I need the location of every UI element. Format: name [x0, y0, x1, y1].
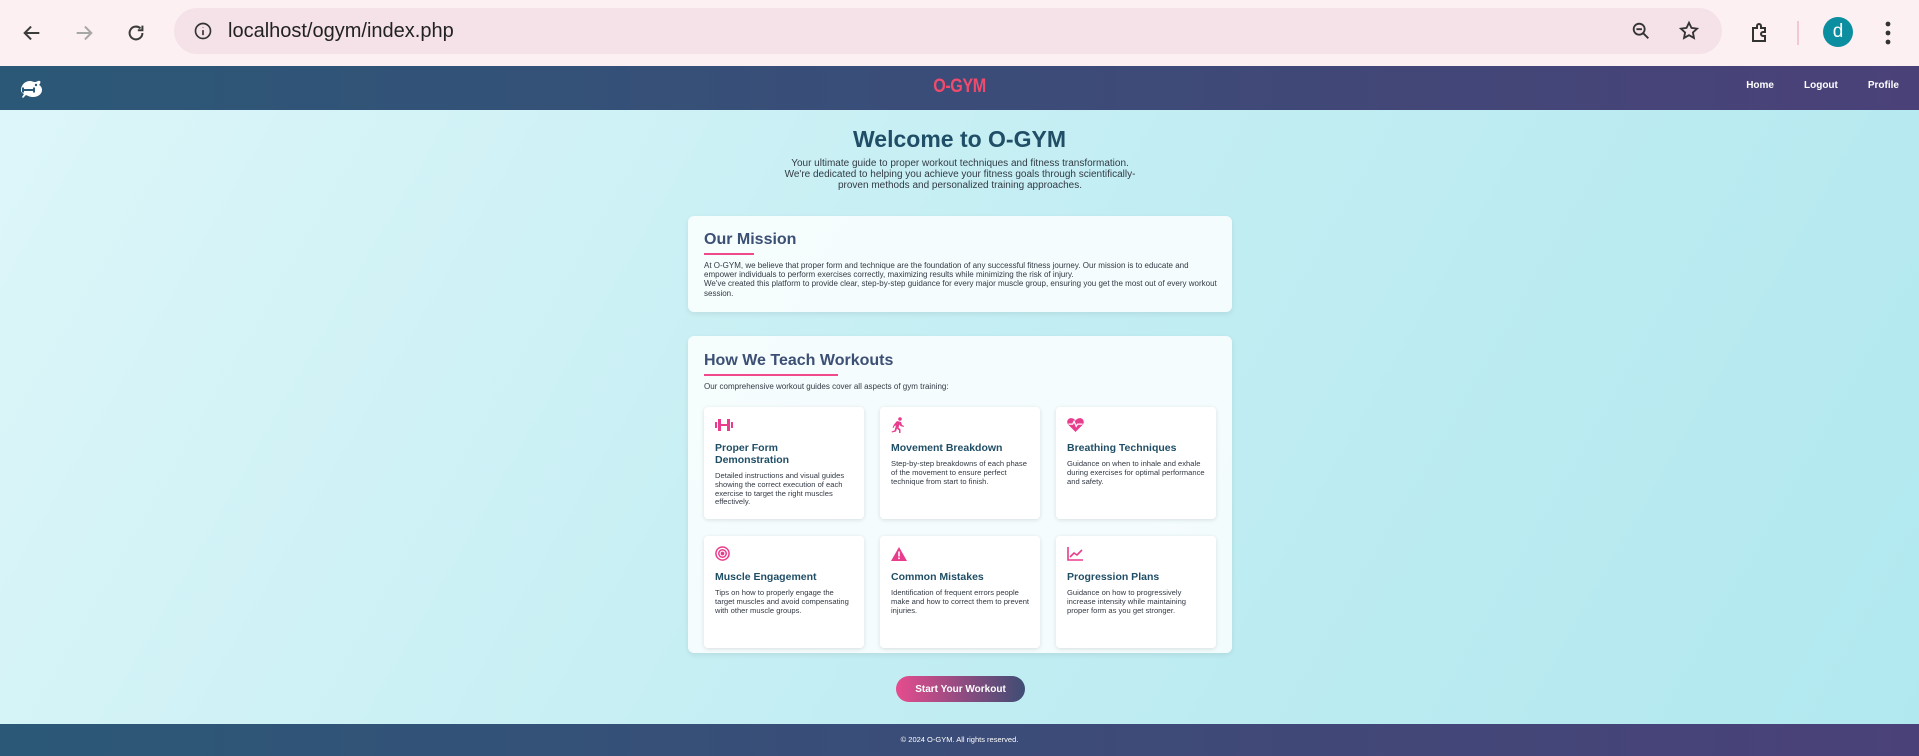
site-brand: O-GYM: [144, 76, 1775, 98]
running-icon: [891, 417, 907, 434]
feature-description: Guidance on how to progressively increas…: [1067, 588, 1187, 615]
toolbar-separator: [1797, 21, 1799, 45]
page-title: Welcome to O-GYM: [853, 126, 1066, 152]
feature-title: Movement Breakdown: [891, 442, 1003, 454]
mission-text: At O-GYM, we believe that proper form an…: [704, 261, 1218, 298]
logo-icon[interactable]: [18, 76, 44, 100]
nav-logout-link[interactable]: Logout: [1804, 80, 1838, 91]
hero-description: Your ultimate guide to proper workout te…: [774, 158, 1146, 191]
arrow-left-icon: [23, 25, 40, 41]
feature-title: Common Mistakes: [891, 571, 984, 583]
mission-title: Our Mission: [704, 231, 797, 248]
arrow-right-icon: [76, 25, 93, 41]
start-workout-button[interactable]: Start Your Workout: [896, 676, 1025, 702]
address-bar[interactable]: localhost/ogym/index.php: [174, 8, 1722, 54]
forward-button[interactable]: [62, 11, 106, 55]
back-button[interactable]: [10, 11, 54, 55]
heartbeat-icon: [1067, 417, 1084, 432]
hero-line: We're dedicated to helping you achieve y…: [784, 169, 1136, 180]
feature-description: Identification of frequent errors people…: [891, 588, 1030, 615]
feature-description: Tips on how to properly engage the targe…: [715, 588, 849, 615]
feature-description: Detailed instructions and visual guides …: [715, 471, 845, 507]
more-vert-icon: [1885, 21, 1891, 45]
teach-card: How We Teach Workouts Our comprehensive …: [688, 336, 1232, 653]
feature-title: Proper Form Demonstration: [715, 442, 790, 466]
feature-card: Movement Breakdown Step-by-step breakdow…: [880, 407, 1040, 519]
mission-paragraph: We've created this platform to provide c…: [704, 279, 1217, 298]
teach-intro: Our comprehensive workout guides cover a…: [704, 382, 949, 391]
site-header: O-GYM Home Logout Profile: [0, 66, 1919, 110]
feature-card: Muscle Engagement Tips on how to properl…: [704, 536, 864, 648]
nav-home-link[interactable]: Home: [1746, 80, 1774, 91]
nav-profile-link[interactable]: Profile: [1868, 80, 1899, 91]
browser-toolbar: localhost/ogym/index.php d: [0, 0, 1919, 66]
feature-card: Breathing Techniques Guidance on when to…: [1056, 407, 1216, 519]
feature-description: Guidance on when to inhale and exhale du…: [1067, 459, 1205, 486]
brand-text[interactable]: O-GYM: [933, 76, 986, 97]
feature-card: Proper Form Demonstration Detailed instr…: [704, 407, 864, 519]
mission-paragraph: At O-GYM, we believe that proper form an…: [704, 261, 1189, 280]
site-info-icon[interactable]: [186, 14, 220, 48]
teach-title: How We Teach Workouts: [704, 352, 894, 369]
zoom-icon[interactable]: [1624, 14, 1658, 48]
url-text[interactable]: localhost/ogym/index.php: [228, 20, 454, 43]
reload-button[interactable]: [114, 11, 158, 55]
feature-title: Breathing Techniques: [1067, 442, 1177, 454]
site-footer: © 2024 O-GYM. All rights reserved.: [0, 724, 1919, 756]
title-underline: [704, 374, 838, 376]
bookmark-star-icon[interactable]: [1672, 14, 1706, 48]
hero-line: Your ultimate guide to proper workout te…: [791, 158, 1129, 169]
mission-card: Our Mission At O-GYM, we believe that pr…: [688, 216, 1232, 312]
profile-avatar[interactable]: d: [1823, 17, 1853, 47]
browser-menu-button[interactable]: [1876, 17, 1900, 49]
feature-description: Step-by-step breakdowns of each phase of…: [891, 459, 1027, 486]
reload-icon: [128, 25, 144, 41]
site-nav: Home Logout Profile: [1746, 80, 1899, 91]
hero-line: proven methods and personalized training…: [837, 180, 1083, 191]
dumbbell-icon: [715, 417, 733, 431]
target-icon: [715, 546, 731, 561]
main-content: Welcome to O-GYM Your ultimate guide to …: [0, 110, 1919, 724]
feature-card: Progression Plans Guidance on how to pro…: [1056, 536, 1216, 648]
chart-line-icon: [1067, 546, 1083, 561]
puzzle-icon: [1752, 23, 1766, 42]
feature-title: Progression Plans: [1067, 571, 1160, 583]
feature-title: Muscle Engagement: [715, 571, 817, 583]
warning-icon: [891, 546, 907, 561]
footer-copyright: © 2024 O-GYM. All rights reserved.: [900, 735, 1019, 744]
title-underline: [704, 253, 754, 255]
feature-card: Common Mistakes Identification of freque…: [880, 536, 1040, 648]
extensions-button[interactable]: [1740, 13, 1780, 53]
